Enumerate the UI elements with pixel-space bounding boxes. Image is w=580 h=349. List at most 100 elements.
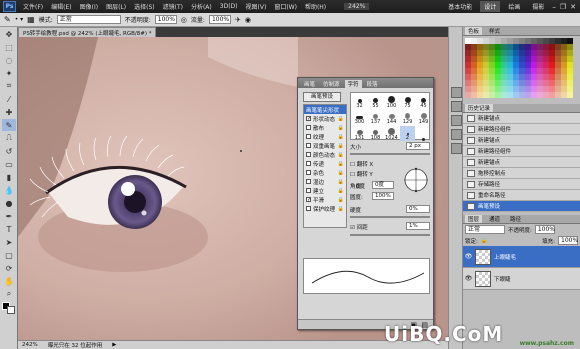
brush-tip[interactable]: 300 <box>352 110 367 125</box>
size-field[interactable]: 2 px <box>406 142 430 150</box>
airbrush-icon[interactable]: ✈ <box>235 16 241 24</box>
brush-presets-button[interactable]: 画笔预设 <box>303 92 341 102</box>
tab-paragraph[interactable]: 段落 <box>364 80 381 88</box>
hardness-field[interactable]: 0% <box>406 205 430 213</box>
brush-tip[interactable]: 144 <box>384 110 399 125</box>
layer-row-active[interactable]: 👁 上眼睫毛 <box>463 246 580 268</box>
flip-x-checkbox[interactable]: ☐ 翻转 X <box>350 160 373 168</box>
layer-blend-mode-select[interactable]: 正常 <box>465 225 505 234</box>
tab-clone-source[interactable]: 仿制源 <box>320 80 343 88</box>
brush-option[interactable]: 散布 🔒 <box>304 123 346 132</box>
brush-option[interactable]: 纹理 🔒 <box>304 132 346 141</box>
brush-option[interactable]: 杂色 🔒 <box>304 168 346 177</box>
healing-brush-tool-icon[interactable]: ✚ <box>2 106 16 118</box>
swatch[interactable] <box>567 92 573 98</box>
lock-icon[interactable]: 🔒 <box>338 161 344 167</box>
workspace-design[interactable]: 设计 <box>480 1 501 12</box>
lock-icon[interactable]: 🔒 <box>338 134 344 140</box>
checkbox[interactable] <box>306 134 311 139</box>
checkbox[interactable]: ✓ <box>306 197 311 203</box>
lock-icon[interactable]: 🔒 <box>338 197 344 203</box>
brush-option[interactable]: 建立 🔒 <box>304 186 346 195</box>
crop-tool-icon[interactable]: ⌗ <box>2 80 16 92</box>
spacing-slider[interactable] <box>350 234 430 236</box>
brush-tip[interactable]: 32 <box>352 94 367 109</box>
checkbox[interactable] <box>306 143 311 148</box>
menu-layer[interactable]: 图层(L) <box>102 2 130 11</box>
history-item[interactable]: 拖移控制点 <box>463 168 580 179</box>
checkbox[interactable] <box>306 161 311 166</box>
brush-option[interactable]: 湿边 🔒 <box>304 177 346 186</box>
brush-angle-roundness-control[interactable] <box>402 166 430 194</box>
spacing-checkbox[interactable]: ☑ 间距 <box>350 223 368 231</box>
restore-icon[interactable]: ❐ <box>560 3 566 11</box>
brush-tip[interactable]: 108 <box>368 126 383 141</box>
background-color-swatch[interactable] <box>7 306 15 314</box>
checkbox[interactable] <box>306 152 311 157</box>
clone-stamp-tool-icon[interactable]: ⎍ <box>2 132 16 144</box>
checkbox[interactable] <box>306 170 311 175</box>
lock-icon[interactable]: 🔒 <box>338 170 344 176</box>
brush-tip[interactable]: 75 <box>400 94 415 109</box>
history-brush-tool-icon[interactable]: ↺ <box>2 145 16 157</box>
mode-select[interactable]: 正常 <box>56 15 121 24</box>
eraser-tool-icon[interactable]: ▭ <box>2 158 16 170</box>
checkbox[interactable] <box>306 206 311 211</box>
layer-row[interactable]: 👁 下眼睫 <box>463 268 580 290</box>
lock-icon[interactable]: 🔒 <box>481 238 488 244</box>
brush-tip[interactable]: 131 <box>352 126 367 141</box>
type-tool-icon[interactable]: T <box>2 223 16 235</box>
history-panel-icon[interactable] <box>451 87 462 98</box>
checkbox[interactable] <box>306 188 311 193</box>
menu-edit[interactable]: 编辑(E) <box>47 2 75 11</box>
toggle-brush-panel-icon[interactable]: ▦ <box>27 15 35 24</box>
tab-swatches[interactable]: 色板 <box>465 27 483 35</box>
actions-panel-icon[interactable] <box>451 101 462 112</box>
shape-tool-icon[interactable]: ▢ <box>2 249 16 261</box>
eye-icon[interactable]: 👁 <box>465 253 473 260</box>
lock-icon[interactable]: 🔒 <box>338 143 344 149</box>
history-item[interactable]: 重命名路径 <box>463 190 580 201</box>
pen-tool-icon[interactable]: ✒ <box>2 210 16 222</box>
eye-icon[interactable]: 👁 <box>465 275 473 282</box>
clone-source-panel-icon[interactable] <box>451 129 462 140</box>
menu-analysis[interactable]: 分析(A) <box>187 2 216 11</box>
brush-panel-icon[interactable] <box>451 115 462 126</box>
brush-tip[interactable]: 149 <box>416 110 431 125</box>
pressure-opacity-icon[interactable]: ◎ <box>181 16 187 24</box>
swatches-grid[interactable] <box>463 36 580 100</box>
tab-character[interactable]: 字符 <box>344 80 362 88</box>
dodge-tool-icon[interactable]: ● <box>2 197 16 209</box>
checkbox[interactable]: ✓ <box>306 116 311 122</box>
flip-y-checkbox[interactable]: ☐ 翻转 Y <box>350 170 373 178</box>
roundness-field[interactable]: 100% <box>372 192 394 200</box>
lock-icon[interactable]: 🔒 <box>338 188 344 194</box>
menu-help[interactable]: 帮助(H) <box>301 2 330 11</box>
brush-tip[interactable]: 129 <box>400 110 415 125</box>
brush-tip[interactable]: 137 <box>368 110 383 125</box>
layer-fill-field[interactable]: 100% <box>558 236 578 245</box>
menu-view[interactable]: 视图(V) <box>242 2 271 11</box>
history-item[interactable]: 新建路径组件 <box>463 124 580 135</box>
tab-paths[interactable]: 路径 <box>507 215 524 223</box>
lock-icon[interactable]: 🔒 <box>338 206 344 212</box>
opacity-field[interactable]: 100% <box>154 15 177 24</box>
brush-tip[interactable]: 45 <box>416 94 431 109</box>
tab-layers[interactable]: 图层 <box>465 215 483 223</box>
minimize-icon[interactable]: – <box>552 3 556 11</box>
history-item[interactable]: 新建锚点 <box>463 113 580 124</box>
eyedropper-tool-icon[interactable]: ⁄ <box>2 93 16 105</box>
flow-field[interactable]: 100% <box>208 15 231 24</box>
move-tool-icon[interactable]: ✥ <box>2 28 16 40</box>
brush-preset-picker[interactable]: • ▾ <box>15 16 23 23</box>
document-tab[interactable]: PS转手绘教程.psd @ 242% (上眼睫毛, RGB/8#) * <box>18 27 157 37</box>
lock-icon[interactable]: 🔒 <box>338 116 344 122</box>
close-icon[interactable]: ✕ <box>570 3 576 11</box>
menu-window[interactable]: 窗口(W) <box>270 2 301 11</box>
history-item[interactable]: 新建锚点 <box>463 157 580 168</box>
brush-option[interactable]: 传递 🔒 <box>304 159 346 168</box>
character-panel-icon[interactable] <box>451 143 462 154</box>
menu-select[interactable]: 选择(S) <box>130 2 159 11</box>
tab-styles[interactable]: 样式 <box>486 27 503 35</box>
lock-icon[interactable]: 🔒 <box>338 152 344 158</box>
